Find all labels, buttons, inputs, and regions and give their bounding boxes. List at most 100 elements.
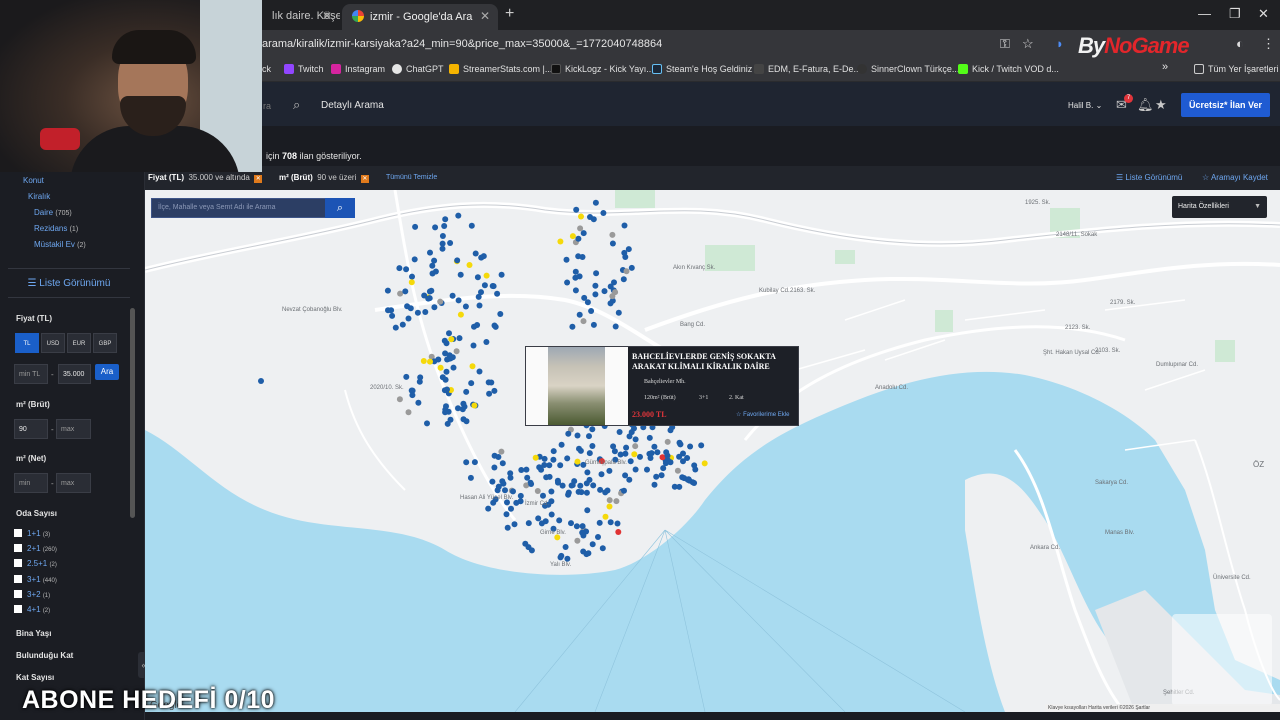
listing-marker[interactable] <box>427 358 433 365</box>
listing-marker[interactable] <box>408 279 415 286</box>
listing-marker[interactable] <box>576 311 583 318</box>
listing-marker[interactable] <box>589 426 596 433</box>
listing-marker[interactable] <box>525 520 532 527</box>
listing-marker[interactable] <box>399 321 406 328</box>
listing-marker[interactable] <box>486 390 493 397</box>
listing-marker[interactable] <box>448 336 455 343</box>
listing-marker[interactable] <box>488 379 495 386</box>
listing-marker[interactable] <box>660 465 667 472</box>
listing-marker[interactable] <box>485 505 492 512</box>
floor-count-filter[interactable]: Kat Sayısı <box>16 673 54 682</box>
listing-marker[interactable] <box>457 271 464 278</box>
listing-marker[interactable] <box>429 262 436 269</box>
listing-marker[interactable] <box>592 199 599 206</box>
net-min-input[interactable]: min <box>14 473 48 493</box>
listing-marker[interactable] <box>449 292 456 299</box>
listing-marker[interactable] <box>651 481 658 488</box>
listing-marker[interactable] <box>563 256 570 263</box>
listing-marker[interactable] <box>586 450 593 457</box>
listing-marker[interactable] <box>467 474 474 481</box>
listing-marker[interactable] <box>385 307 391 314</box>
listing-marker[interactable] <box>498 271 505 278</box>
currency-tl[interactable]: TL <box>15 333 39 353</box>
listing-marker[interactable] <box>489 478 496 485</box>
post-ad-button[interactable]: Ücretsiz* İlan Ver <box>1181 93 1270 117</box>
close-icon[interactable]: ✕ <box>480 9 490 23</box>
listing-marker[interactable] <box>597 486 604 493</box>
listing-marker[interactable] <box>499 460 506 467</box>
listing-marker[interactable] <box>471 459 478 466</box>
bookmark-item[interactable]: Twitch <box>284 64 324 74</box>
listing-marker[interactable] <box>447 240 454 246</box>
listing-marker[interactable] <box>534 488 541 494</box>
type-daire[interactable]: Daire (705) <box>34 208 72 217</box>
listing-marker[interactable] <box>402 288 409 295</box>
bookmarks-overflow-button[interactable]: » <box>1162 61 1168 73</box>
listing-marker[interactable] <box>414 309 421 316</box>
listing-marker[interactable] <box>653 473 660 480</box>
listing-marker[interactable] <box>691 480 698 486</box>
listing-marker[interactable] <box>588 308 595 314</box>
listing-marker[interactable] <box>456 335 463 342</box>
listing-marker[interactable] <box>495 454 502 460</box>
listing-marker[interactable] <box>631 425 637 432</box>
listing-marker[interactable] <box>600 210 607 216</box>
sidebar-scrollbar[interactable] <box>130 308 135 518</box>
listing-marker[interactable] <box>469 363 476 370</box>
listing-marker[interactable] <box>575 253 582 260</box>
listing-marker[interactable] <box>651 443 658 450</box>
listing-marker[interactable] <box>524 474 531 481</box>
listing-marker[interactable] <box>542 518 549 525</box>
listing-marker[interactable] <box>595 534 601 540</box>
listing-marker[interactable] <box>578 213 584 220</box>
listing-marker[interactable] <box>562 544 569 550</box>
listing-marker[interactable] <box>574 432 581 439</box>
bookmark-item[interactable]: Instagram <box>331 64 385 74</box>
listing-marker[interactable] <box>680 458 686 465</box>
listing-marker[interactable] <box>584 469 591 476</box>
listing-marker[interactable] <box>491 464 498 471</box>
floor-filter[interactable]: Bulunduğu Kat <box>16 651 73 660</box>
listing-marker[interactable] <box>599 545 606 552</box>
add-favorite-link[interactable]: ☆ Favorilerime Ekle <box>736 411 789 418</box>
listing-marker[interactable] <box>468 222 475 229</box>
listing-marker[interactable] <box>575 488 582 495</box>
listing-marker[interactable] <box>439 245 446 252</box>
listing-marker[interactable] <box>565 430 572 437</box>
new-tab-button[interactable]: + <box>505 5 514 23</box>
listing-marker[interactable] <box>525 544 532 551</box>
listing-marker[interactable] <box>623 268 630 275</box>
listing-marker[interactable] <box>571 478 578 485</box>
save-search-link[interactable]: ☆ Aramayı Kaydet <box>1202 173 1268 182</box>
room-option[interactable]: 2+1 (260) <box>14 544 57 553</box>
listing-marker[interactable] <box>664 438 671 445</box>
listing-marker[interactable] <box>550 448 557 455</box>
listing-marker[interactable] <box>463 388 470 395</box>
listing-marker[interactable] <box>528 481 535 487</box>
sidebar-list-view-button[interactable]: ☰ Liste Görünümü <box>8 268 130 298</box>
close-window-icon[interactable]: ✕ <box>1258 6 1269 22</box>
listing-marker[interactable] <box>663 449 670 456</box>
listing-marker[interactable] <box>422 309 429 315</box>
listing-marker[interactable] <box>579 523 586 530</box>
listing-marker[interactable] <box>611 448 618 455</box>
listing-marker[interactable] <box>474 274 481 281</box>
bookmark-item[interactable]: ChatGPT <box>392 64 444 74</box>
listing-marker[interactable] <box>632 436 639 443</box>
site-search-input[interactable]: ra <box>263 101 271 111</box>
listing-marker[interactable] <box>396 396 403 403</box>
listing-marker[interactable] <box>667 427 674 434</box>
listing-marker[interactable] <box>557 554 564 561</box>
listing-marker[interactable] <box>443 368 450 375</box>
listing-marker[interactable] <box>573 206 580 213</box>
type-mustakil-ev[interactable]: Müstakil Ev (2) <box>34 240 86 249</box>
listing-marker[interactable] <box>548 488 555 495</box>
listing-marker[interactable] <box>604 487 611 494</box>
listing-marker[interactable] <box>572 287 579 294</box>
area-filter-chip[interactable]: m² (Brüt) 90 ve üzeri ✕ <box>279 173 369 183</box>
category-konut[interactable]: Konut <box>23 176 44 185</box>
listing-marker[interactable] <box>598 471 605 478</box>
listing-marker[interactable] <box>518 467 525 473</box>
gross-max-input[interactable]: max <box>56 419 91 439</box>
all-bookmarks-button[interactable]: Tüm Yer İşaretleri <box>1194 64 1279 74</box>
